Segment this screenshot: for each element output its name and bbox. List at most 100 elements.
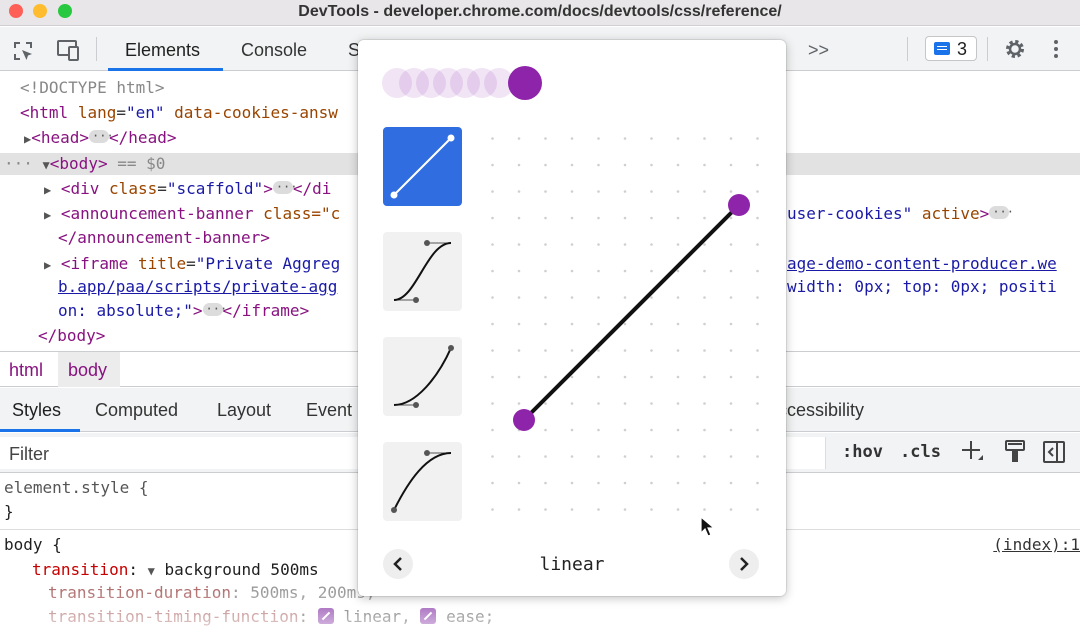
iframe-attr-value: "Private Aggreg — [195, 254, 341, 273]
preset-ease-out[interactable] — [383, 442, 462, 521]
easing-editor-footer: linear — [358, 540, 786, 596]
html-attr-value: "en" — [125, 103, 165, 122]
bezier-curve-editor[interactable] — [488, 136, 763, 516]
selected-node-marker: == $0 — [117, 154, 166, 173]
body-open-tag: <body> — [49, 154, 108, 173]
collapsed-ellipsis-icon[interactable] — [202, 298, 227, 320]
tab-computed[interactable]: Computed — [95, 400, 178, 421]
iframe-src-link-a[interactable]: age-demo-content-producer.we — [787, 253, 1057, 275]
node-actions-ellipsis-icon[interactable]: ··· — [4, 154, 33, 173]
dom-node-banner-attrs-tail[interactable]: user-cookies" active> — [787, 201, 1014, 225]
timing-property-name: transition-timing-function — [48, 607, 299, 626]
banner-active-attr: active — [921, 204, 980, 223]
filter-placeholder: Filter — [9, 444, 49, 464]
expand-arrow-icon[interactable]: ▶ — [44, 258, 51, 272]
collapsed-ellipsis-icon[interactable] — [989, 201, 1014, 223]
expand-arrow-icon[interactable]: ▶ — [44, 208, 51, 222]
iframe-src-link-b[interactable]: b.app/paa/scripts/private-agg — [58, 276, 337, 298]
iframe-close-tag: </iframe> — [222, 301, 310, 320]
preset-ease-in[interactable] — [383, 337, 462, 416]
dom-node-banner-close[interactable]: </announcement-banner> — [58, 227, 270, 249]
dom-node-doctype[interactable]: <!DOCTYPE html> — [20, 77, 165, 99]
iframe-style-continued: on: absolute;"></iframe> — [58, 298, 310, 322]
active-tab-indicator — [0, 429, 80, 432]
breadcrumb-html[interactable]: html — [9, 360, 43, 381]
element-style-close: } — [4, 502, 14, 521]
banner-attr-value-tail: user-cookies" — [787, 204, 913, 223]
iframe-attr-name: title — [137, 254, 187, 273]
device-toolbar-icon[interactable] — [55, 39, 81, 65]
dom-node-html[interactable]: <html lang="en" data-cookies-answ — [20, 102, 338, 124]
window-title: DevTools - developer.chrome.com/docs/dev… — [298, 3, 782, 20]
ease-out-curve-icon — [391, 450, 452, 513]
iframe-style-value: width: 0px; top: 0px; positi — [787, 277, 1057, 296]
transition-declaration[interactable]: transition: ▼ background 500ms — [32, 559, 319, 582]
class-toggle[interactable]: .cls — [900, 442, 941, 462]
tab-layout[interactable]: Layout — [217, 400, 271, 421]
head-close-tag: </head> — [109, 128, 177, 147]
element-style-selector[interactable]: element.style { — [4, 477, 149, 499]
chevron-right-icon — [740, 557, 749, 571]
html-attr2-name: data-cookies-answ — [174, 103, 338, 122]
div-attr-name: class — [109, 179, 158, 198]
timing-function-declaration[interactable]: transition-timing-function: linear, ease… — [48, 606, 494, 628]
start-control-handle[interactable] — [513, 409, 535, 431]
collapse-arrow-icon[interactable]: ▼ — [43, 158, 50, 172]
tab-event-listeners[interactable]: Event — [306, 400, 352, 421]
html-attr-name: lang — [77, 103, 117, 122]
toolbar-separator — [907, 37, 908, 61]
body-rule-selector[interactable]: body { — [4, 534, 62, 556]
paint-brush-icon[interactable] — [1004, 439, 1026, 470]
dom-node-div-scaffold[interactable]: ▶ <div class="scaffold"></di — [44, 176, 332, 201]
head-open-tag: <head> — [31, 128, 90, 147]
dom-node-head[interactable]: ▶<head></head> — [24, 125, 177, 150]
dom-node-body-close[interactable]: </body> — [38, 325, 105, 347]
easing-swatch-icon[interactable] — [317, 607, 334, 624]
collapsed-ellipsis-icon[interactable] — [272, 176, 298, 198]
easing-preview-animation[interactable] — [382, 66, 542, 100]
tab-elements[interactable]: Elements — [125, 40, 200, 61]
rule-source-link[interactable]: (index):1 — [993, 534, 1080, 556]
dom-node-body[interactable]: ··· ▼<body> == $0 — [4, 153, 165, 176]
timing-value-linear: linear, — [343, 607, 411, 626]
new-style-rule-icon[interactable] — [960, 438, 986, 469]
duration-property-name: transition-duration — [48, 583, 232, 602]
breadcrumb-body[interactable]: body — [68, 360, 107, 381]
expand-arrow-icon[interactable]: ▶ — [44, 183, 51, 197]
tab-console[interactable]: Console — [241, 40, 307, 61]
transition-property-value: background 500ms — [164, 560, 319, 579]
preset-linear[interactable] — [383, 127, 462, 206]
issues-counter-button[interactable]: 3 — [925, 36, 977, 61]
tab-accessibility[interactable]: ccessibility — [778, 400, 864, 421]
collapsed-ellipsis-icon[interactable] — [89, 125, 114, 147]
end-control-handle[interactable] — [728, 194, 750, 216]
div-close-tag: </di — [292, 179, 332, 198]
inspect-element-icon[interactable] — [11, 39, 35, 67]
timing-value-ease: ease; — [446, 607, 495, 626]
more-tabs-button[interactable]: >> — [808, 40, 829, 61]
ease-in-out-curve-icon — [393, 240, 452, 303]
dom-node-announcement-banner[interactable]: ▶ <announcement-banner class="c — [44, 203, 340, 226]
easing-editor-popup: linear — [358, 40, 786, 596]
transition-property-name: transition — [32, 560, 129, 579]
div-tag: <div — [60, 179, 100, 198]
window-titlebar: DevTools - developer.chrome.com/docs/dev… — [0, 0, 1080, 26]
more-options-kebab-icon[interactable] — [1052, 37, 1060, 65]
expand-shorthand-icon[interactable]: ▼ — [148, 564, 155, 578]
toolbar-separator — [987, 37, 988, 61]
hover-state-toggle[interactable]: :hov — [842, 442, 883, 462]
dom-node-iframe[interactable]: ▶ <iframe title="Private Aggreg — [44, 253, 340, 276]
next-preset-button[interactable] — [729, 549, 759, 579]
iframe-tag: <iframe — [60, 254, 129, 273]
toggle-sidebar-icon[interactable] — [1042, 439, 1066, 470]
preset-ease-in-out[interactable] — [383, 232, 462, 311]
ease-in-curve-icon — [393, 345, 454, 408]
active-tab-indicator — [108, 68, 223, 71]
issues-count: 3 — [957, 39, 968, 59]
easing-swatch-icon[interactable] — [420, 607, 437, 624]
settings-gear-icon[interactable] — [1003, 37, 1027, 65]
tab-styles[interactable]: Styles — [12, 400, 61, 421]
html-tag: <html — [20, 103, 69, 122]
linear-curve-icon — [390, 134, 455, 199]
transition-duration-declaration[interactable]: transition-duration: 500ms, 200ms; — [48, 582, 376, 604]
